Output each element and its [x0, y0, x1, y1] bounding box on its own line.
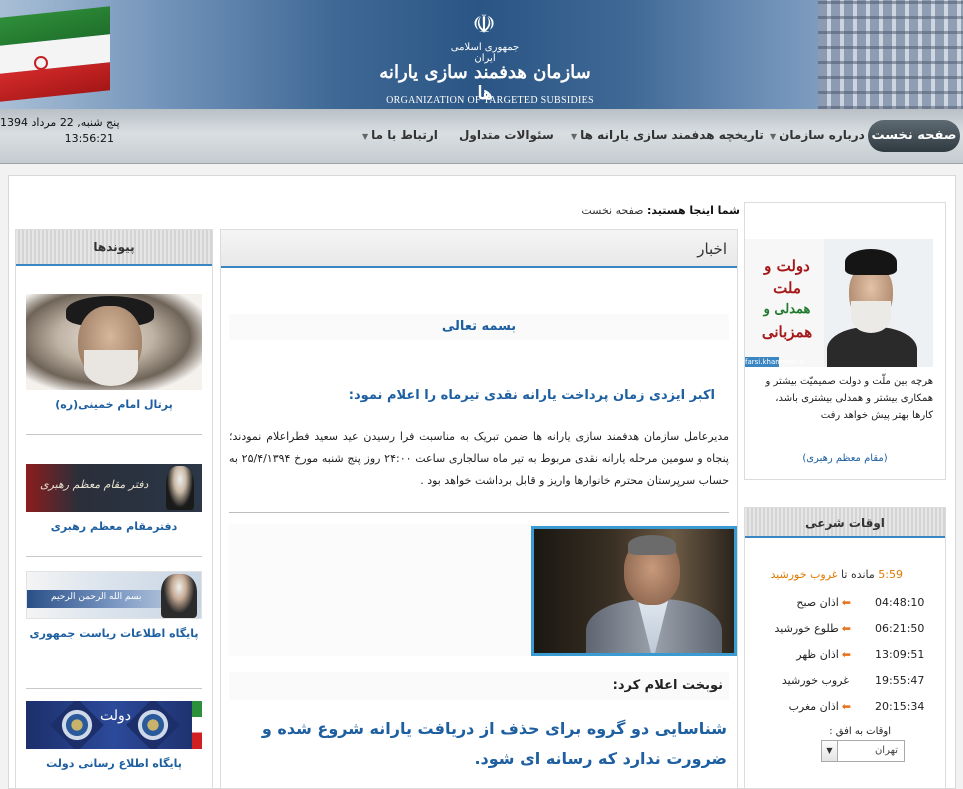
- nobakht-photo[interactable]: [531, 526, 737, 656]
- prayer-times-title: اوقات شرعی: [745, 508, 945, 538]
- president-image[interactable]: بسم الله الرحمن الرحیم: [26, 571, 202, 619]
- leader-office-image[interactable]: دفتر مقام معظم رهبری: [26, 464, 202, 512]
- city-select-value: تهران: [874, 745, 898, 756]
- iran-emblem-icon: ☫: [472, 10, 496, 40]
- quote-label: نوبخت اعلام کرد:: [229, 672, 729, 700]
- remaining-target: غروب خورشید: [770, 568, 838, 581]
- leader-quote-panel: دولت و ملت همدلی و همزبانی farsi.khamene…: [744, 202, 946, 480]
- nav-history[interactable]: تاریخچه هدفمند سازی یارانه ها▼: [571, 128, 764, 142]
- breadcrumb: شما اینجا هستید: صفحه نخست: [580, 204, 740, 217]
- nav-history-label: تاریخچه هدفمند سازی یارانه ها: [580, 128, 764, 142]
- news-body: مدیرعامل سازمان هدفمند سازی یارانه ها ضم…: [229, 430, 729, 487]
- link-president-label[interactable]: پایگاه اطلاعات ریاست جمهوری: [16, 627, 212, 640]
- chevron-down-icon: ▼: [770, 132, 777, 141]
- link-government-label[interactable]: پایگاه اطلاع رسانی دولت: [16, 757, 212, 770]
- divider: [26, 688, 202, 689]
- leader-link[interactable]: (مقام معظم رهبری): [745, 453, 945, 464]
- main-nav: پنج شنبه, 22 مرداد 1394 13:56:21 درباره …: [0, 109, 963, 164]
- prayer-name: اذان مغرب: [788, 700, 839, 713]
- nav-faq-label: سئوالات متداول: [459, 128, 554, 142]
- nav-home-button[interactable]: صفحه نخست: [868, 120, 960, 152]
- nav-about-label: درباره سازمان: [779, 128, 865, 142]
- chevron-down-icon: ▼: [362, 132, 369, 141]
- divider: [26, 434, 202, 435]
- prayer-name: طلوع خورشید: [774, 622, 839, 635]
- header-country-name: جمهوری اسلامی ایران: [450, 42, 520, 64]
- prayer-times-panel: اوقات شرعی 5:59 مانده تا غروب خورشید 04:…: [744, 507, 946, 789]
- government-image-text: دولت: [100, 708, 132, 724]
- news-title: اخبار: [221, 230, 737, 268]
- chevron-down-icon: ▼: [571, 132, 578, 141]
- city-select[interactable]: تهران ▼: [821, 740, 905, 762]
- link-leader-office[interactable]: دفتر مقام معظم رهبری دفترمقام معظم رهبری: [16, 464, 212, 533]
- prayer-name: اذان ظهر: [796, 648, 839, 661]
- banner-tag: farsi.khamenei.ir: [745, 357, 805, 367]
- leader-office-image-text: دفتر مقام معظم رهبری: [40, 478, 149, 491]
- banner-calligraphy-3: همزبانی: [761, 323, 813, 341]
- header-title-en: ORGANIZATION OF TARGETED SUBSIDIES: [386, 95, 594, 106]
- arrow-left-icon: ⬅: [841, 622, 851, 635]
- iran-flag-image: [0, 6, 110, 102]
- current-time: 13:56:21: [64, 132, 114, 145]
- prayer-time: 20:15:34: [875, 700, 925, 713]
- remaining-value: 5:59: [878, 568, 903, 581]
- government-image[interactable]: دولت: [26, 701, 202, 749]
- divider: [26, 556, 202, 557]
- bismillah-text: بسمه تعالی: [229, 314, 729, 340]
- link-khomeini-label[interactable]: پرتال امام خمینی(ره): [16, 398, 212, 411]
- building-image: [818, 0, 963, 109]
- date-time: پنج شنبه, 22 مرداد 1394 13:56:21: [0, 115, 120, 147]
- quote-headline[interactable]: شناسایی دو گروه برای حذف از دریافت یاران…: [229, 714, 729, 774]
- breadcrumb-current[interactable]: صفحه نخست: [581, 204, 643, 217]
- link-president[interactable]: بسم الله الرحمن الرحیم پایگاه اطلاعات ری…: [16, 571, 212, 640]
- banner-calligraphy-1: دولت و ملت: [764, 257, 810, 297]
- president-image-text: بسم الله الرحمن الرحیم: [51, 592, 142, 602]
- horizon-label: اوقات به افق :: [829, 726, 891, 737]
- nav-faq[interactable]: سئوالات متداول: [459, 128, 554, 142]
- news-headline[interactable]: اکبر ایزدی زمان پرداخت یارانه نقدی تیرما…: [229, 388, 729, 403]
- chevron-down-icon[interactable]: ▼: [822, 741, 838, 761]
- divider: [229, 512, 729, 513]
- time-remaining: 5:59 مانده تا غروب خورشید: [745, 568, 945, 581]
- banner-calligraphy: دولت و ملت همدلی و همزبانی: [751, 255, 823, 351]
- leader-banner-image[interactable]: دولت و ملت همدلی و همزبانی farsi.khamene…: [745, 239, 933, 367]
- news-photo-row: [229, 524, 737, 656]
- current-date: پنج شنبه, 22 مرداد 1394: [0, 116, 120, 129]
- arrow-left-icon: ⬅: [841, 596, 851, 609]
- links-title: پیوندها: [16, 230, 212, 266]
- link-government[interactable]: دولت پایگاه اطلاع رسانی دولت: [16, 701, 212, 770]
- link-khomeini-portal[interactable]: پرتال امام خمینی(ره): [16, 294, 212, 411]
- arrow-left-icon: ⬅: [841, 648, 851, 661]
- prayer-time: 06:21:50: [875, 622, 925, 635]
- nav-contact[interactable]: ارتباط با ما▼: [362, 128, 438, 142]
- site-header: ☫ جمهوری اسلامی ایران سازمان هدفمند سازی…: [0, 0, 963, 109]
- prayer-time: 13:09:51: [875, 648, 925, 661]
- nav-contact-label: ارتباط با ما: [371, 128, 438, 142]
- prayer-time: 19:55:47: [875, 674, 925, 687]
- banner-calligraphy-2: همدلی و: [763, 302, 811, 317]
- prayer-name: اذان صبح: [796, 596, 839, 609]
- khomeini-image[interactable]: [26, 294, 202, 390]
- prayer-name: غروب خورشید: [781, 674, 849, 687]
- arrow-left-icon: ⬅: [841, 700, 851, 713]
- link-leader-office-label[interactable]: دفترمقام معظم رهبری: [16, 520, 212, 533]
- news-panel: اخبار بسمه تعالی اکبر ایزدی زمان پرداخت …: [220, 229, 738, 789]
- leader-quote-text: هرچه بین ملّت و دولت صمیمیّت بیشتر و همک…: [765, 376, 933, 421]
- links-panel: پیوندها پرتال امام خمینی(ره) دفتر مقام م…: [15, 229, 213, 789]
- breadcrumb-label: شما اینجا هستید:: [647, 204, 740, 217]
- prayer-time: 04:48:10: [875, 596, 925, 609]
- remaining-label: مانده تا: [841, 568, 875, 581]
- nav-about[interactable]: درباره سازمان▼: [770, 128, 865, 142]
